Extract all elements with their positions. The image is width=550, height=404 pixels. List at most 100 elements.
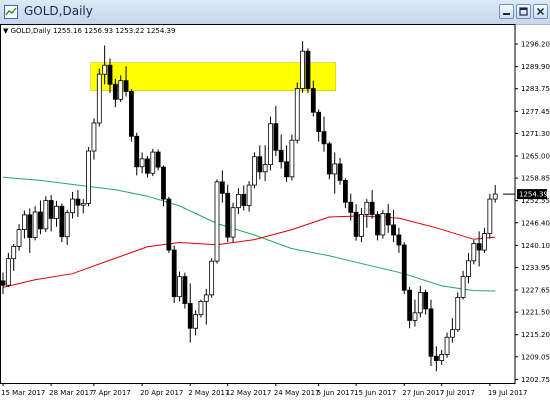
y-tick-label: 1289.90 <box>521 63 550 71</box>
x-tick-label: 20 Apr 2017 <box>140 389 183 397</box>
x-tick-label: 15 Jun 2017 <box>354 389 396 397</box>
chart-app-icon <box>4 5 18 19</box>
candle-bull <box>444 336 450 355</box>
ma-fast-line <box>2 215 496 288</box>
candle-bear <box>337 163 343 181</box>
candle-bear <box>428 308 434 357</box>
x-tick-label: 27 Jun 2017 <box>402 389 444 397</box>
candle-bull <box>439 354 445 361</box>
current-price-label: 1254.39 <box>519 191 548 199</box>
minimize-button[interactable] <box>499 4 514 19</box>
candle-bull <box>11 246 17 260</box>
y-tick-label: 1227.65 <box>521 287 550 295</box>
x-tick-label: 12 May 2017 <box>226 389 272 397</box>
candle-bear <box>59 205 65 238</box>
candle-bull <box>492 193 498 200</box>
candle-bear <box>375 214 380 236</box>
candle-bull <box>246 184 252 206</box>
candle-bull <box>252 156 257 186</box>
candle-bull <box>300 50 306 89</box>
x-tick-label: 28 Mar 2017 <box>49 389 93 397</box>
candle-bear <box>385 213 391 226</box>
candle-bear <box>166 198 172 251</box>
maximize-button[interactable] <box>516 4 531 19</box>
ohlc-readout: ▼ GOLD,Daily 1255.16 1256.93 1253.22 125… <box>3 27 175 35</box>
y-tick-label: 1258.85 <box>521 175 550 183</box>
candle-bear <box>48 200 54 219</box>
candle-bear <box>305 50 311 89</box>
candle-bear <box>161 166 166 200</box>
y-tick-label: 1283.75 <box>521 85 550 93</box>
candle-bull <box>482 233 487 251</box>
x-tick-label: 5 Jun 2017 <box>317 389 355 397</box>
candlestick-chart[interactable]: 1296.20 1289.90 1283.75 1277.45 1271.30 1265.… <box>0 24 550 404</box>
candle-bear <box>107 64 113 85</box>
candle-bear <box>342 180 348 203</box>
candle-bear <box>0 280 6 286</box>
x-tick-label: 19 Jul 2017 <box>488 389 528 397</box>
price-chart[interactable]: 1296.20 1289.90 1283.75 1277.45 1271.30 1265.… <box>0 24 550 404</box>
candle-bull <box>118 80 124 100</box>
candle-bull <box>64 212 70 238</box>
candle-bull <box>412 312 418 321</box>
candle-bear <box>241 194 247 206</box>
y-tick-label: 1271.30 <box>521 130 550 138</box>
y-tick-label: 1265.00 <box>521 153 550 161</box>
candle-bear <box>369 201 375 215</box>
candle-bear <box>391 224 396 236</box>
candle-bear <box>401 244 407 291</box>
candle-bear <box>348 201 354 213</box>
candle-bull <box>214 181 220 262</box>
candle-bull <box>43 200 49 230</box>
candle-bear <box>257 156 263 173</box>
candle-bull <box>193 314 199 329</box>
candle-bear <box>27 214 33 238</box>
candle-bull <box>268 123 273 166</box>
candle-bull <box>150 151 156 174</box>
candle-bull <box>455 297 461 331</box>
candle-bull <box>54 205 59 219</box>
candle-bear <box>433 355 439 361</box>
candle-bear <box>145 158 150 174</box>
candle-bull <box>364 201 370 215</box>
candle-bull <box>262 164 268 173</box>
candle-bear <box>38 211 43 230</box>
x-tick-label: 2 May 2017 <box>188 389 229 397</box>
candle-bull <box>91 122 97 152</box>
candle-bull <box>380 213 386 236</box>
x-tick-label: 15 Mar 2017 <box>1 389 45 397</box>
candle-bear <box>273 123 279 151</box>
candle-bull <box>70 198 75 214</box>
y-tick-label: 1296.20 <box>521 41 550 49</box>
candle-bear <box>284 161 289 178</box>
candle-bear <box>396 234 402 246</box>
candle-bear <box>112 83 118 100</box>
candle-bull <box>96 73 102 124</box>
candle-bear <box>219 181 225 194</box>
candle-bull <box>294 88 300 141</box>
candle-bull <box>471 243 477 262</box>
chart-window: GOLD,Daily 1296.20 1289.90 1283.75 1277.45 1… <box>0 0 550 404</box>
candle-bear <box>123 80 129 92</box>
candle-bull <box>230 207 236 238</box>
candle-bull <box>203 294 209 302</box>
window-title: GOLD,Daily <box>24 4 93 18</box>
y-tick-label: 1221.50 <box>521 309 550 317</box>
candle-bull <box>16 229 22 247</box>
candle-bear <box>171 249 177 298</box>
candle-bull <box>198 300 204 316</box>
candle-bull <box>466 260 471 277</box>
candle-bull <box>86 150 91 204</box>
close-button[interactable] <box>533 4 548 19</box>
candle-bear <box>310 88 316 113</box>
candle-bull <box>177 276 182 298</box>
candle-bear <box>321 131 327 145</box>
candle-bear <box>316 111 322 133</box>
y-tick-label: 1246.40 <box>521 219 550 227</box>
candle-bull <box>449 329 455 338</box>
candle-bull <box>5 258 11 286</box>
candle-bear <box>187 303 193 329</box>
candle-bear <box>128 91 134 137</box>
candle-bull <box>80 202 86 206</box>
candle-bear <box>155 151 161 168</box>
